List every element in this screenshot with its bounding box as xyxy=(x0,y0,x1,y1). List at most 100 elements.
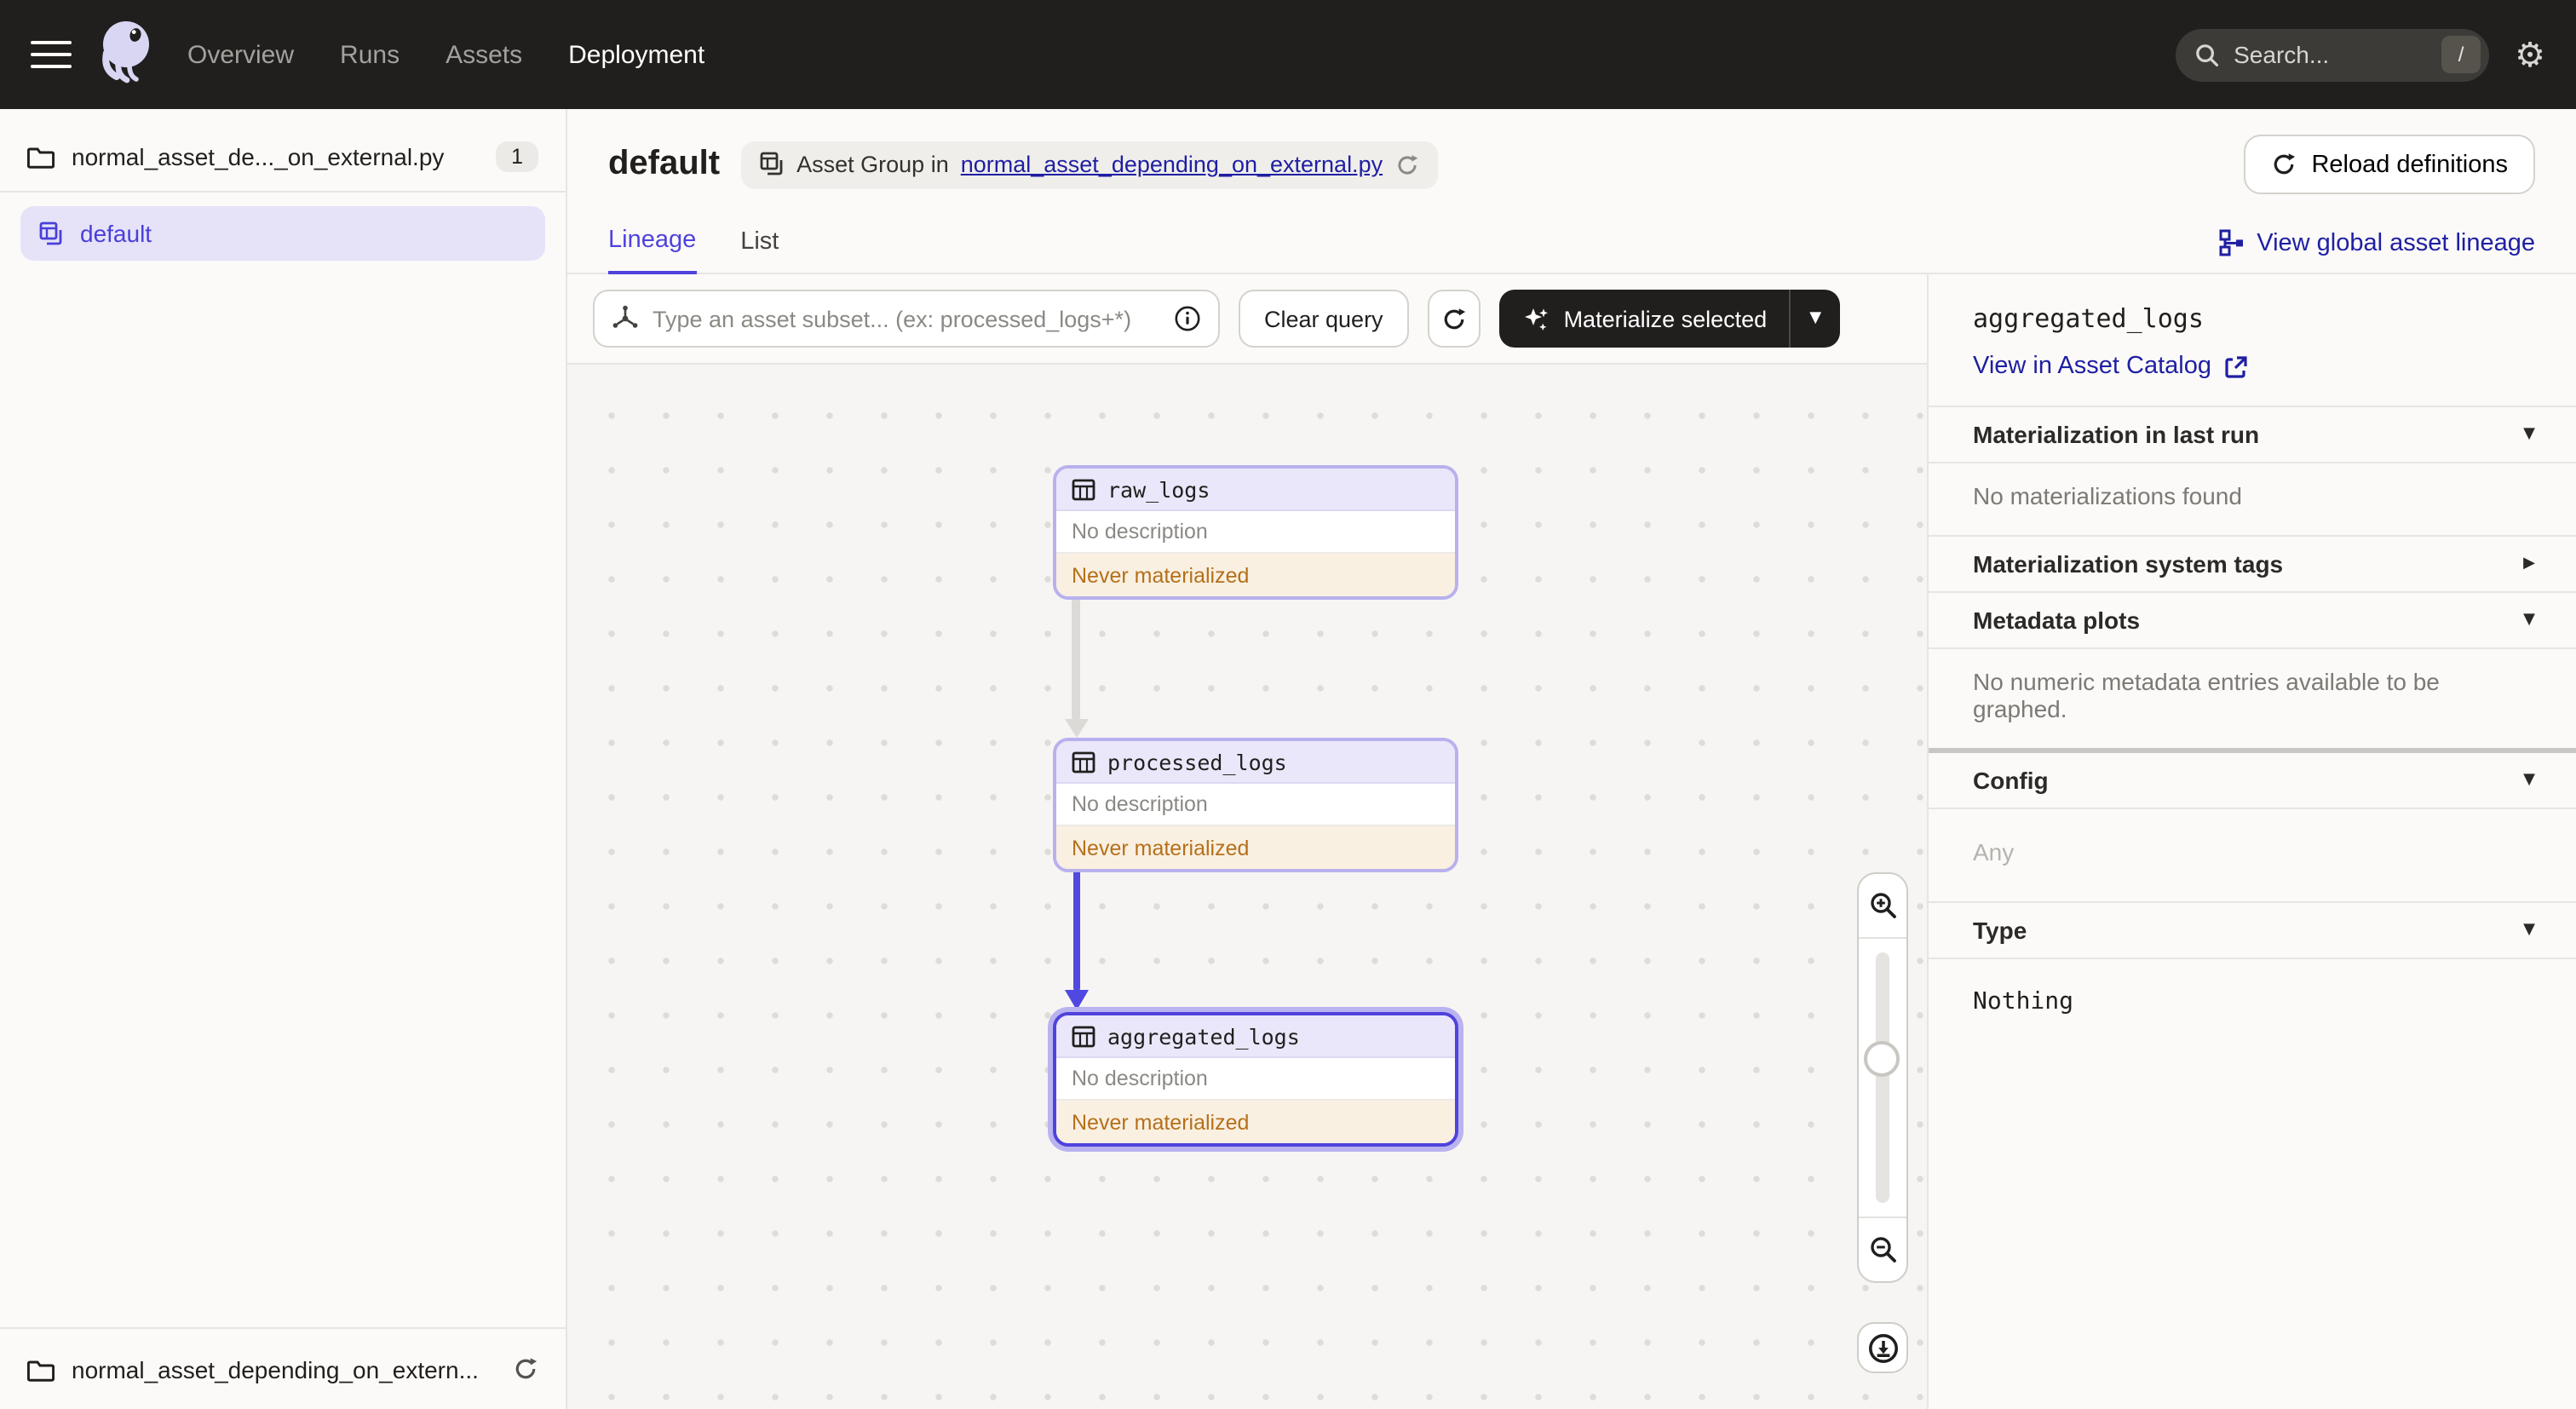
table-icon xyxy=(1072,1025,1095,1047)
app-root: Overview Runs Assets Deployment / ⚙ norm… xyxy=(0,0,2576,1409)
info-icon[interactable] xyxy=(1174,305,1201,332)
zoom-controls xyxy=(1857,872,1908,1283)
section-label: Materialization in last run xyxy=(1973,421,2260,448)
materialize-options-dropdown[interactable]: ▼ xyxy=(1789,290,1840,348)
sparkle-icon xyxy=(1521,304,1550,333)
sidebar-code-location-item[interactable]: normal_asset_de..._on_external.py 1 xyxy=(0,123,566,191)
catalog-link-label: View in Asset Catalog xyxy=(1973,353,2211,380)
lineage-split: Clear query Materialize selected xyxy=(567,274,2576,1409)
chevron-down-icon: ▼ xyxy=(2523,922,2535,939)
table-icon xyxy=(1072,751,1095,773)
chevron-down-icon: ▼ xyxy=(2523,772,2535,789)
refresh-graph-button[interactable] xyxy=(1427,290,1481,348)
reload-location-icon[interactable] xyxy=(513,1356,538,1382)
asset-description: No description xyxy=(1056,511,1455,554)
asset-subset-query-box[interactable] xyxy=(593,290,1220,348)
nav-item-deployment[interactable]: Deployment xyxy=(568,40,704,69)
materialize-selected-split-button: Materialize selected ▼ xyxy=(1498,290,1841,348)
sidebar-bottom-code-location[interactable]: normal_asset_depending_on_extern... xyxy=(0,1327,566,1409)
nav-item-runs[interactable]: Runs xyxy=(340,40,400,69)
section-label: Type xyxy=(1973,917,2027,944)
tab-list[interactable]: List xyxy=(740,228,779,273)
search-icon xyxy=(2194,42,2220,67)
global-search[interactable]: / xyxy=(2176,28,2490,81)
reload-location-icon[interactable] xyxy=(1394,152,1418,176)
zoom-out-button[interactable] xyxy=(1859,1216,1906,1281)
metadata-plots-empty-state: No numeric metadata entries available to… xyxy=(1929,647,2576,748)
code-location-sidebar: normal_asset_de..._on_external.py 1 defa… xyxy=(0,109,567,1409)
asset-group-icon xyxy=(39,221,65,246)
lineage-graph-icon xyxy=(2217,228,2245,257)
main-column: default Asset Group in normal_asset_depe… xyxy=(567,109,2576,1409)
folder-icon xyxy=(27,1357,55,1381)
folder-icon xyxy=(27,145,55,169)
selected-asset-name: aggregated_logs xyxy=(1973,303,2204,334)
zoom-in-button[interactable] xyxy=(1859,874,1906,939)
config-value: Any xyxy=(1929,808,2576,901)
zoom-slider-track[interactable] xyxy=(1864,952,1900,1203)
tab-lineage[interactable]: Lineage xyxy=(608,227,697,274)
zoom-slider-handle[interactable] xyxy=(1864,1041,1900,1077)
asset-subset-input[interactable] xyxy=(653,306,1160,331)
asset-group-icon xyxy=(759,152,785,177)
section-config[interactable]: Config ▼ xyxy=(1929,753,2576,808)
section-type[interactable]: Type ▼ xyxy=(1929,901,2576,958)
settings-gear-icon[interactable]: ⚙ xyxy=(2515,34,2545,75)
asset-graph-icon xyxy=(612,305,639,332)
asset-name: processed_logs xyxy=(1107,749,1287,774)
section-materialization-last-run[interactable]: Materialization in last run ▼ xyxy=(1929,405,2576,462)
type-value: Nothing xyxy=(1929,958,2576,1051)
sidebar-divider xyxy=(0,191,566,193)
recenter-graph-button[interactable] xyxy=(1857,1322,1908,1373)
dagster-logo-icon[interactable] xyxy=(89,15,160,94)
section-materialization-system-tags[interactable]: Materialization system tags ▶ xyxy=(1929,535,2576,591)
asset-status: Never materialized xyxy=(1056,826,1455,869)
search-input[interactable] xyxy=(2234,41,2405,68)
lineage-canvas[interactable]: raw_logs No description Never materializ… xyxy=(567,365,1927,1409)
asset-details-panel: aggregated_logs View in Asset Catalog Ma… xyxy=(1927,274,2576,1409)
refresh-icon xyxy=(2270,152,2296,177)
tabs-row: Lineage List View global asset lineage xyxy=(567,210,2576,274)
code-location-label: normal_asset_de..._on_external.py xyxy=(72,143,445,170)
reload-definitions-button[interactable]: Reload definitions xyxy=(2243,135,2535,194)
asset-node-raw-logs[interactable]: raw_logs No description Never materializ… xyxy=(1053,465,1458,600)
asset-details-header: aggregated_logs View in Asset Catalog xyxy=(1929,274,2576,405)
view-global-asset-lineage-link[interactable]: View global asset lineage xyxy=(2217,228,2535,273)
nav-item-assets[interactable]: Assets xyxy=(446,40,522,69)
graph-toolbar: Clear query Materialize selected xyxy=(567,274,1927,365)
asset-name: aggregated_logs xyxy=(1107,1023,1300,1049)
page-content: normal_asset_de..._on_external.py 1 defa… xyxy=(0,109,2576,1409)
asset-node-processed-logs[interactable]: processed_logs No description Never mate… xyxy=(1053,738,1458,872)
section-metadata-plots[interactable]: Metadata plots ▼ xyxy=(1929,591,2576,647)
asset-description: No description xyxy=(1056,1058,1455,1101)
clear-query-button[interactable]: Clear query xyxy=(1239,290,1409,348)
hamburger-menu-icon[interactable] xyxy=(31,40,72,69)
materialize-selected-label: Materialize selected xyxy=(1563,306,1768,331)
group-badge-prefix: Asset Group in xyxy=(796,152,949,177)
top-nav-bar: Overview Runs Assets Deployment / ⚙ xyxy=(0,0,2576,109)
group-label: default xyxy=(80,220,152,247)
asset-node-aggregated-logs[interactable]: aggregated_logs No description Never mat… xyxy=(1053,1012,1458,1147)
code-location-link[interactable]: normal_asset_depending_on_external.py xyxy=(961,152,1383,177)
asset-group-breadcrumb: Asset Group in normal_asset_depending_on… xyxy=(740,141,1438,188)
asset-count-badge: 1 xyxy=(496,141,538,172)
sidebar-item-default-group[interactable]: default xyxy=(20,206,545,261)
section-label: Config xyxy=(1973,767,2049,794)
nav-item-overview[interactable]: Overview xyxy=(187,40,294,69)
external-link-icon xyxy=(2223,354,2249,379)
global-lineage-label: View global asset lineage xyxy=(2257,229,2535,256)
materialize-selected-button[interactable]: Materialize selected xyxy=(1499,290,1790,348)
code-location-label: normal_asset_depending_on_extern... xyxy=(72,1355,479,1383)
table-icon xyxy=(1072,478,1095,500)
main-navigation: Overview Runs Assets Deployment xyxy=(187,40,704,69)
asset-name: raw_logs xyxy=(1107,476,1210,502)
asset-status: Never materialized xyxy=(1056,1101,1455,1143)
page-header: default Asset Group in normal_asset_depe… xyxy=(567,109,2576,210)
asset-description: No description xyxy=(1056,784,1455,826)
lineage-canvas-column: Clear query Materialize selected xyxy=(567,274,1927,1409)
asset-status: Never materialized xyxy=(1056,554,1455,596)
section-label: Materialization system tags xyxy=(1973,550,2284,578)
chevron-down-icon: ▼ xyxy=(2523,426,2535,443)
view-in-asset-catalog-link[interactable]: View in Asset Catalog xyxy=(1973,353,2535,380)
search-shortcut-badge: / xyxy=(2441,36,2481,73)
